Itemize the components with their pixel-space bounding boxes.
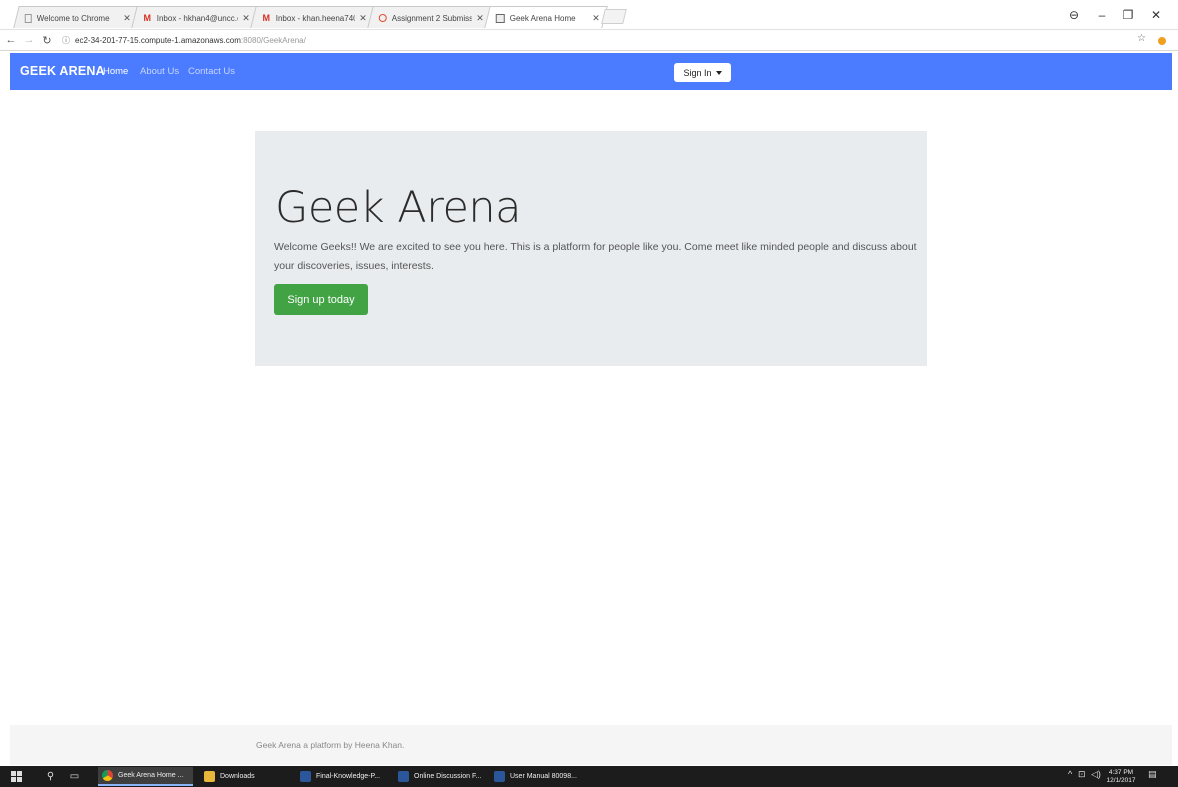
- browser-tab[interactable]: Assignment 2 Submissio ✕: [367, 6, 492, 28]
- chrome-icon: [102, 770, 113, 781]
- url-path: :8080/GeekArena/: [240, 36, 306, 45]
- sign-up-button[interactable]: Sign up today: [274, 284, 368, 315]
- minimize-icon[interactable]: –: [1088, 0, 1116, 30]
- gmail-icon: M: [143, 13, 152, 23]
- clock-date: 12/1/2017: [1106, 776, 1136, 784]
- close-icon[interactable]: ✕: [476, 13, 484, 24]
- site-icon: [495, 13, 505, 23]
- gmail-icon: M: [262, 13, 271, 23]
- info-icon[interactable]: ⓘ: [62, 35, 70, 46]
- taskbar-item-label: User Manual 80098...: [510, 773, 577, 780]
- search-icon[interactable]: ⚲: [44, 770, 57, 783]
- site-footer: Geek Arena a platform by Heena Khan.: [10, 725, 1172, 765]
- browser-tab-strip: Welcome to Chrome ✕ M Inbox - hkhan4@unc…: [0, 0, 1178, 30]
- window-close-icon[interactable]: ✕: [1142, 0, 1170, 30]
- url-host: ec2-34-201-77-15.compute-1.amazonaws.com: [75, 36, 241, 45]
- canvas-icon: [378, 14, 387, 22]
- forward-arrow-icon[interactable]: →: [22, 32, 36, 48]
- system-clock[interactable]: 4:37 PM 12/1/2017: [1104, 769, 1138, 784]
- address-bar: ← → ↻ ⓘ ec2-34-201-77-15.compute-1.amazo…: [0, 30, 1178, 51]
- close-icon[interactable]: ✕: [242, 13, 250, 24]
- hero-title: Geek Arena: [275, 183, 522, 233]
- browser-tab[interactable]: Welcome to Chrome ✕: [13, 6, 139, 28]
- taskbar-item-word-3[interactable]: User Manual 80098...: [490, 767, 582, 786]
- clock-time: 4:37 PM: [1108, 769, 1134, 776]
- caret-down-icon: [715, 70, 722, 75]
- taskbar-item-word-1[interactable]: Final-Knowledge-P...: [296, 767, 388, 786]
- nav-link-about[interactable]: About Us: [140, 66, 179, 77]
- reload-icon[interactable]: ↻: [40, 32, 54, 48]
- taskbar-item-word-2[interactable]: Online Discussion F...: [394, 767, 486, 786]
- profile-icon[interactable]: ⊖: [1060, 0, 1088, 30]
- browser-tab-active[interactable]: Geek Arena Home ✕: [484, 6, 608, 28]
- close-icon[interactable]: ✕: [123, 13, 131, 24]
- tab-title: Assignment 2 Submissio: [391, 13, 473, 23]
- url-field[interactable]: ⓘ ec2-34-201-77-15.compute-1.amazonaws.c…: [62, 33, 1142, 48]
- taskbar-item-label: Online Discussion F...: [414, 773, 482, 780]
- nav-link-contact[interactable]: Contact Us: [188, 66, 235, 77]
- footer-text: Geek Arena a platform by Heena Khan.: [256, 740, 405, 750]
- windows-start-icon[interactable]: [10, 770, 23, 783]
- task-view-icon[interactable]: ▭: [68, 770, 81, 783]
- taskbar-item-chrome[interactable]: Geek Arena Home ...: [98, 767, 193, 786]
- maximize-icon[interactable]: ❐: [1114, 0, 1142, 30]
- sign-in-label: Sign In: [683, 67, 712, 78]
- chevron-up-icon[interactable]: ^: [1068, 769, 1072, 779]
- close-icon[interactable]: ✕: [592, 13, 600, 24]
- taskbar-item-downloads[interactable]: Downloads: [200, 767, 270, 786]
- word-icon: [398, 771, 409, 782]
- windows-taskbar: ⚲ ▭ Geek Arena Home ... Downloads Final-…: [0, 766, 1178, 787]
- tab-title: Inbox - hkhan4@uncc.e: [156, 13, 239, 23]
- site-navbar: GEEK ARENA Home About Us Contact Us Sign…: [10, 53, 1172, 90]
- tab-title: Geek Arena Home: [509, 13, 576, 23]
- hero-jumbotron: Geek Arena Welcome Geeks!! We are excite…: [255, 131, 927, 366]
- brand-logo[interactable]: GEEK ARENA: [20, 64, 105, 78]
- tab-title: Inbox - khan.heena740: [275, 13, 356, 23]
- taskbar-item-label: Final-Knowledge-P...: [316, 773, 381, 780]
- page-icon: [24, 13, 32, 23]
- tab-title: Welcome to Chrome: [36, 13, 110, 23]
- new-tab-button[interactable]: [601, 9, 627, 24]
- sign-in-dropdown-button[interactable]: Sign In: [674, 63, 731, 82]
- folder-icon: [204, 771, 215, 782]
- browser-tab[interactable]: M Inbox - hkhan4@uncc.e ✕: [131, 6, 258, 28]
- browser-tab[interactable]: M Inbox - khan.heena740 ✕: [250, 6, 375, 28]
- word-icon: [300, 771, 311, 782]
- hero-description: Welcome Geeks!! We are excited to see yo…: [274, 241, 917, 272]
- notifications-icon[interactable]: ▤: [1148, 769, 1157, 780]
- taskbar-item-label: Geek Arena Home ...: [118, 772, 184, 779]
- volume-icon[interactable]: ◁): [1091, 769, 1101, 780]
- nav-link-home[interactable]: Home: [103, 66, 128, 77]
- taskbar-item-label: Downloads: [220, 773, 255, 780]
- back-arrow-icon[interactable]: ←: [4, 32, 18, 48]
- bookmark-star-icon[interactable]: ☆: [1137, 33, 1146, 44]
- extension-icon[interactable]: [1158, 37, 1166, 45]
- network-icon[interactable]: ⊡: [1078, 769, 1086, 780]
- close-icon[interactable]: ✕: [359, 13, 367, 24]
- word-icon: [494, 771, 505, 782]
